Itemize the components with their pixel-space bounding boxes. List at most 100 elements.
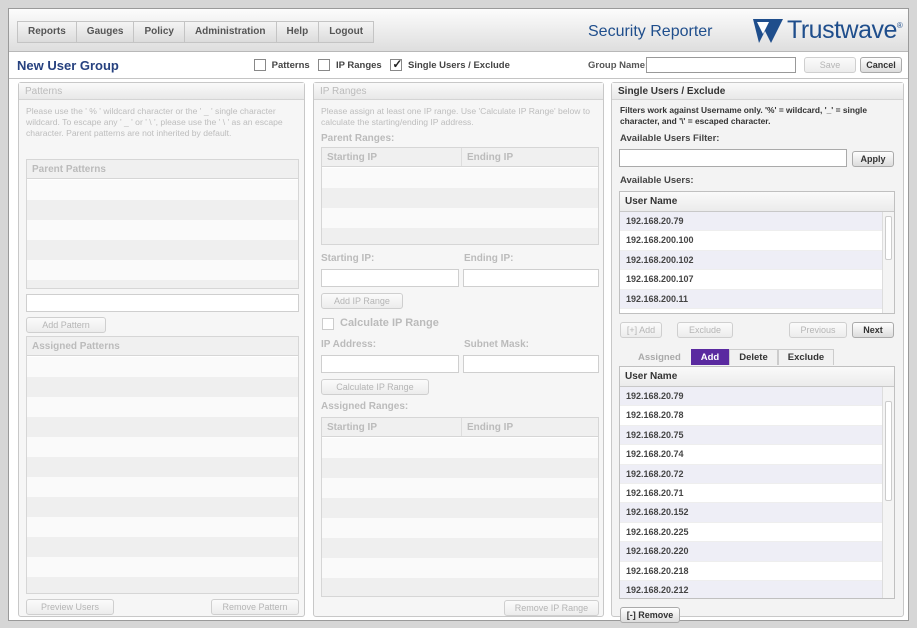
assigned-ranges-grid: Starting IP Ending IP: [321, 417, 599, 597]
list-item[interactable]: 192.168.20.152: [620, 503, 894, 523]
parent-ranges-label: Parent Ranges:: [321, 133, 395, 144]
list-item[interactable]: 192.168.20.212: [620, 580, 894, 598]
logo-text: Trustwave: [787, 16, 897, 44]
single-users-panel-title: Single Users / Exclude: [612, 83, 903, 100]
top-bar: Reports Gauges Policy Administration Hel…: [9, 9, 908, 52]
list-item[interactable]: 192.168.200.102: [620, 250, 894, 271]
list-item[interactable]: 192.168.20.220: [620, 542, 894, 562]
logo-registered-mark: ®: [896, 21, 903, 30]
ip-ranges-checkbox[interactable]: [318, 59, 331, 71]
list-item[interactable]: 192.168.200.107: [620, 270, 894, 290]
parent-ranges-grid: Starting IP Ending IP: [321, 147, 599, 245]
assigned-ending-ip-column: Ending IP: [467, 422, 514, 433]
nav-policy[interactable]: Policy: [134, 22, 185, 42]
patterns-checkbox[interactable]: [254, 59, 266, 71]
assigned-user-name-column: User Name: [620, 367, 894, 387]
add-user-button[interactable]: [+] Add: [620, 322, 662, 338]
assigned-ranges-label: Assigned Ranges:: [321, 401, 409, 412]
assigned-tabs: Assigned Add Delete Exclude: [628, 349, 835, 365]
starting-ip-input[interactable]: [321, 269, 459, 287]
tab-assigned[interactable]: Assigned: [628, 349, 691, 365]
list-item[interactable]: 192.168.200.100: [620, 231, 894, 251]
ip-ranges-help-text: Please assign at least one IP range. Use…: [321, 106, 591, 127]
pattern-input[interactable]: [26, 294, 299, 312]
product-name: Security Reporter: [588, 23, 713, 40]
nav-gauges[interactable]: Gauges: [77, 22, 135, 42]
brand-logo: Trustwave ®: [717, 9, 908, 52]
ip-ranges-panel: IP Ranges Please assign at least one IP …: [313, 82, 604, 617]
available-users-filter-input[interactable]: [619, 149, 847, 167]
apply-filter-button[interactable]: Apply: [852, 151, 894, 167]
save-button[interactable]: Save: [804, 57, 856, 73]
list-item[interactable]: 192.168.20.71: [620, 484, 894, 504]
section-options: Patterns IP Ranges Single Users / Exclud…: [254, 57, 513, 71]
patterns-help-text: Please use the ' % ' wildcard character …: [26, 106, 283, 138]
starting-ip-label: Starting IP:: [321, 253, 375, 264]
next-page-button[interactable]: Next: [852, 322, 894, 338]
list-item[interactable]: 192.168.20.74: [620, 445, 894, 465]
tab-exclude[interactable]: Exclude: [777, 349, 835, 365]
ending-ip-input[interactable]: [463, 269, 599, 287]
assigned-starting-ip-column: Starting IP: [322, 418, 462, 436]
parent-patterns-header: Parent Patterns: [27, 160, 298, 179]
ip-ranges-panel-title: IP Ranges: [314, 83, 603, 100]
patterns-option-label: Patterns: [271, 59, 310, 71]
single-users-help-text: Filters work against Username only. '%' …: [620, 105, 868, 126]
page-toolbar: New User Group Patterns IP Ranges Single…: [9, 53, 908, 79]
list-item[interactable]: 192.168.20.79: [620, 212, 894, 232]
nav-help[interactable]: Help: [277, 22, 320, 42]
patterns-panel-title: Patterns: [19, 83, 304, 100]
available-users-grid: User Name 192.168.20.79 192.168.200.100 …: [619, 191, 895, 314]
nav-logout[interactable]: Logout: [319, 22, 373, 42]
tab-add[interactable]: Add: [690, 349, 730, 365]
list-item[interactable]: 192.168.20.78: [620, 406, 894, 426]
cancel-button[interactable]: Cancel: [860, 57, 902, 73]
available-user-name-column: User Name: [620, 192, 894, 212]
nav-administration[interactable]: Administration: [185, 22, 277, 42]
available-users-scrollbar[interactable]: [882, 212, 894, 313]
nav-reports[interactable]: Reports: [18, 22, 77, 42]
page-title: New User Group: [17, 58, 119, 73]
add-ip-range-button[interactable]: Add IP Range: [321, 293, 403, 309]
list-item[interactable]: 192.168.20.218: [620, 562, 894, 581]
patterns-panel: Patterns Please use the ' % ' wildcard c…: [18, 82, 305, 617]
remove-pattern-button[interactable]: Remove Pattern: [211, 599, 299, 615]
assigned-users-scroll-thumb[interactable]: [885, 401, 892, 501]
main-nav: Reports Gauges Policy Administration Hel…: [17, 21, 375, 43]
list-item[interactable]: 192.168.20.75: [620, 425, 894, 446]
calculate-ip-range-button[interactable]: Calculate IP Range: [321, 379, 429, 395]
previous-page-button[interactable]: Previous: [789, 322, 847, 338]
subnet-mask-label: Subnet Mask:: [464, 339, 530, 350]
calculate-ip-range-label: Calculate IP Range: [340, 317, 439, 329]
trustwave-logo-icon: [753, 18, 783, 43]
tab-delete[interactable]: Delete: [729, 349, 778, 365]
assigned-patterns-grid: Assigned Patterns: [26, 336, 299, 594]
group-name-label: Group Name:: [588, 60, 649, 71]
group-name-input[interactable]: [646, 57, 796, 73]
remove-user-button[interactable]: [-] Remove: [620, 607, 680, 623]
ip-address-input[interactable]: [321, 355, 459, 373]
list-item[interactable]: 192.168.20.225: [620, 523, 894, 543]
single-users-checkbox[interactable]: [390, 57, 402, 71]
remove-ip-range-button[interactable]: Remove IP Range: [504, 600, 599, 616]
parent-starting-ip-column: Starting IP: [322, 148, 462, 166]
subnet-mask-input[interactable]: [463, 355, 599, 373]
single-users-option-label: Single Users / Exclude: [407, 59, 510, 71]
ip-ranges-option-label: IP Ranges: [335, 59, 382, 71]
preview-users-button[interactable]: Preview Users: [26, 599, 114, 615]
list-item[interactable]: 192.168.20.79: [620, 387, 894, 407]
available-users-scroll-thumb[interactable]: [885, 216, 892, 260]
available-users-label: Available Users:: [620, 175, 694, 186]
assigned-patterns-header: Assigned Patterns: [27, 337, 298, 356]
list-item[interactable]: 192.168.200.11: [620, 289, 894, 309]
add-pattern-button[interactable]: Add Pattern: [26, 317, 106, 333]
exclude-user-button[interactable]: Exclude: [677, 322, 733, 338]
assigned-users-scrollbar[interactable]: [882, 387, 894, 598]
ip-address-label: IP Address:: [321, 339, 377, 350]
ending-ip-label: Ending IP:: [464, 253, 514, 264]
available-users-list: 192.168.20.79 192.168.200.100 192.168.20…: [620, 212, 894, 309]
calculate-ip-range-checkbox[interactable]: [322, 318, 334, 330]
list-item[interactable]: 192.168.20.72: [620, 464, 894, 484]
app-window: Reports Gauges Policy Administration Hel…: [8, 8, 909, 623]
assigned-users-list: 192.168.20.79 192.168.20.78 192.168.20.7…: [620, 387, 894, 598]
